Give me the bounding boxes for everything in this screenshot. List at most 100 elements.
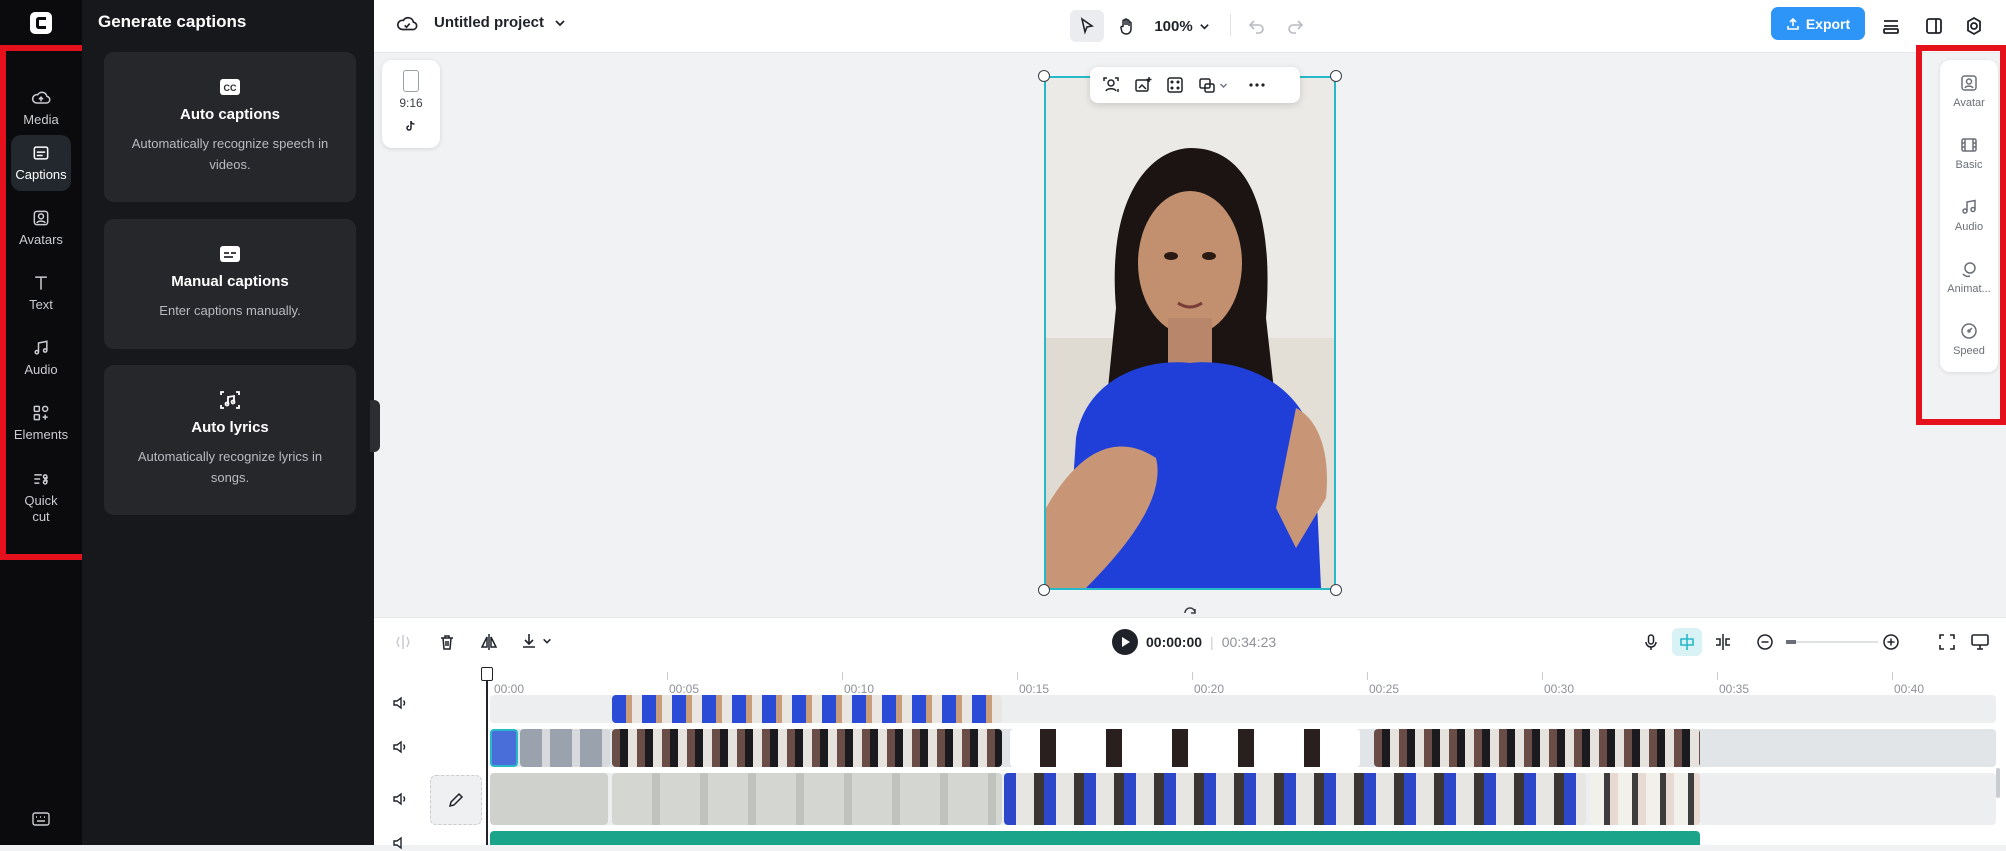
avatar-icon [33, 210, 49, 226]
rail-item-audio[interactable]: Audio [11, 330, 71, 386]
crop-frame-icon[interactable] [1166, 76, 1184, 94]
resize-handle-top-left[interactable] [1038, 70, 1050, 82]
timeline-vertical-scrollbar[interactable] [1996, 768, 2000, 798]
speaker-icon[interactable] [392, 835, 408, 851]
avatar-track[interactable] [490, 695, 1996, 723]
monitor-preview-icon[interactable] [1970, 632, 1990, 652]
time-display: 00:00:00 | 00:34:23 [1146, 634, 1277, 650]
rail-item-quick-cut[interactable]: Quick cut [11, 462, 71, 532]
rail-label-avatars: Avatars [19, 232, 63, 247]
timeline-clip[interactable] [1374, 729, 1700, 767]
ruler-tick-mark [842, 672, 843, 680]
rail-label-media: Media [23, 112, 59, 127]
delete-icon[interactable] [438, 633, 456, 651]
ruler-tick-mark [1192, 672, 1193, 680]
microphone-icon[interactable] [1642, 633, 1660, 651]
rail-item-media[interactable]: Media [11, 80, 71, 136]
auto-captions-card[interactable]: CC Auto captions Automatically recognize… [104, 52, 356, 202]
download-dropdown[interactable] [520, 632, 552, 650]
cover-edit-button[interactable] [430, 775, 482, 825]
zoom-dropdown[interactable]: 100% [1152, 10, 1212, 42]
undo-button[interactable] [1242, 10, 1272, 42]
ruler-tick-label: 00:05 [669, 682, 700, 696]
zoom-out-icon[interactable] [1756, 633, 1774, 651]
svg-text:CC: CC [224, 83, 237, 93]
speaker-icon[interactable] [392, 739, 408, 755]
resize-handle-bottom-left[interactable] [1038, 584, 1050, 596]
video-track-broll[interactable] [490, 773, 1996, 825]
rotate-icon[interactable] [1182, 603, 1198, 617]
project-name: Untitled project [434, 14, 545, 31]
resize-handle-bottom-right[interactable] [1330, 584, 1342, 596]
hand-tool-button[interactable] [1110, 10, 1144, 42]
manual-captions-title: Manual captions [171, 273, 289, 290]
rail-item-avatars[interactable]: Avatars [11, 200, 71, 256]
property-tab-basic[interactable]: Basic [1940, 136, 1998, 171]
mirror-flip-icon[interactable] [480, 633, 498, 651]
property-tab-avatar[interactable]: Avatar [1940, 74, 1998, 109]
pencil-icon [448, 792, 464, 808]
resize-handle-top-right[interactable] [1330, 70, 1342, 82]
select-tool-button[interactable] [1070, 10, 1104, 42]
export-button[interactable]: Export [1771, 7, 1865, 40]
ruler-tick-label: 00:20 [1194, 682, 1225, 696]
property-tab-speed[interactable]: Speed [1940, 322, 1998, 357]
avatar-add-icon [1961, 75, 1977, 91]
zoom-slider[interactable] [1786, 640, 1878, 644]
rail-item-captions[interactable]: Captions [11, 135, 71, 191]
zoom-in-icon[interactable] [1882, 633, 1900, 651]
timeline-clip[interactable] [612, 729, 1002, 767]
timeline-clip[interactable] [490, 773, 608, 825]
property-tab-animation[interactable]: Animat... [1940, 260, 1998, 295]
play-button[interactable] [1112, 629, 1138, 655]
play-icon [1122, 637, 1130, 647]
timeline-clip[interactable] [612, 695, 1002, 723]
auto-lyrics-card[interactable]: Auto lyrics Automatically recognize lyri… [104, 365, 356, 515]
speaker-icon[interactable] [392, 695, 408, 711]
manual-captions-card[interactable]: Manual captions Enter captions manually. [104, 219, 356, 349]
split-view-icon[interactable] [1714, 633, 1732, 651]
more-options-icon[interactable] [1248, 76, 1266, 94]
timeline-clip[interactable] [612, 773, 1002, 825]
video-preview[interactable] [1044, 76, 1336, 590]
export-upload-icon [1787, 17, 1799, 30]
redo-button[interactable] [1280, 10, 1310, 42]
remove-background-icon[interactable] [1102, 76, 1120, 94]
timeline-clip[interactable] [520, 729, 610, 767]
playhead-handle[interactable] [481, 667, 493, 681]
film-icon [1961, 138, 1977, 152]
panel-collapse-handle[interactable] [370, 400, 380, 452]
chevron-down-icon [1220, 83, 1227, 88]
text-icon [35, 276, 47, 290]
ruler-tick-mark [667, 672, 668, 680]
aspect-ratio-card[interactable]: 9:16 [382, 60, 440, 148]
layers-stack-icon [1883, 20, 1899, 34]
settings-button[interactable] [1959, 10, 1989, 42]
timeline-clip[interactable] [1004, 773, 1586, 825]
auto-captions-desc: Automatically recognize speech in videos… [131, 136, 329, 172]
rail-item-elements[interactable]: Elements [11, 395, 71, 451]
property-label-avatar: Avatar [1953, 97, 1985, 109]
audio-track[interactable] [490, 831, 1700, 845]
video-track-main[interactable] [490, 729, 1996, 767]
timeline-clip[interactable] [1590, 773, 1700, 825]
timeline-clip[interactable] [1010, 729, 1360, 767]
replace-media-dropdown[interactable] [1198, 76, 1228, 94]
fullscreen-icon[interactable] [1938, 633, 1956, 651]
rail-label-elements: Elements [13, 427, 69, 442]
magnet-snap-toggle[interactable] [1672, 628, 1702, 656]
keyboard-shortcuts-icon[interactable] [32, 812, 50, 826]
speaker-icon[interactable] [392, 791, 408, 807]
zoom-slider-fill [1786, 640, 1796, 644]
auto-lyrics-desc: Automatically recognize lyrics in songs. [137, 449, 323, 485]
image-add-icon[interactable] [1134, 76, 1152, 94]
rail-item-text[interactable]: Text [11, 265, 71, 321]
ruler-tick-mark [1542, 672, 1543, 680]
property-tab-audio[interactable]: Audio [1940, 198, 1998, 233]
project-name-dropdown[interactable]: Untitled project [434, 14, 566, 31]
split-clip-icon[interactable] [394, 633, 412, 651]
split-layout-button[interactable] [1919, 10, 1949, 42]
layers-button[interactable] [1876, 10, 1906, 42]
timeline-clip-selected[interactable] [490, 729, 518, 767]
lyrics-icon [220, 391, 240, 409]
